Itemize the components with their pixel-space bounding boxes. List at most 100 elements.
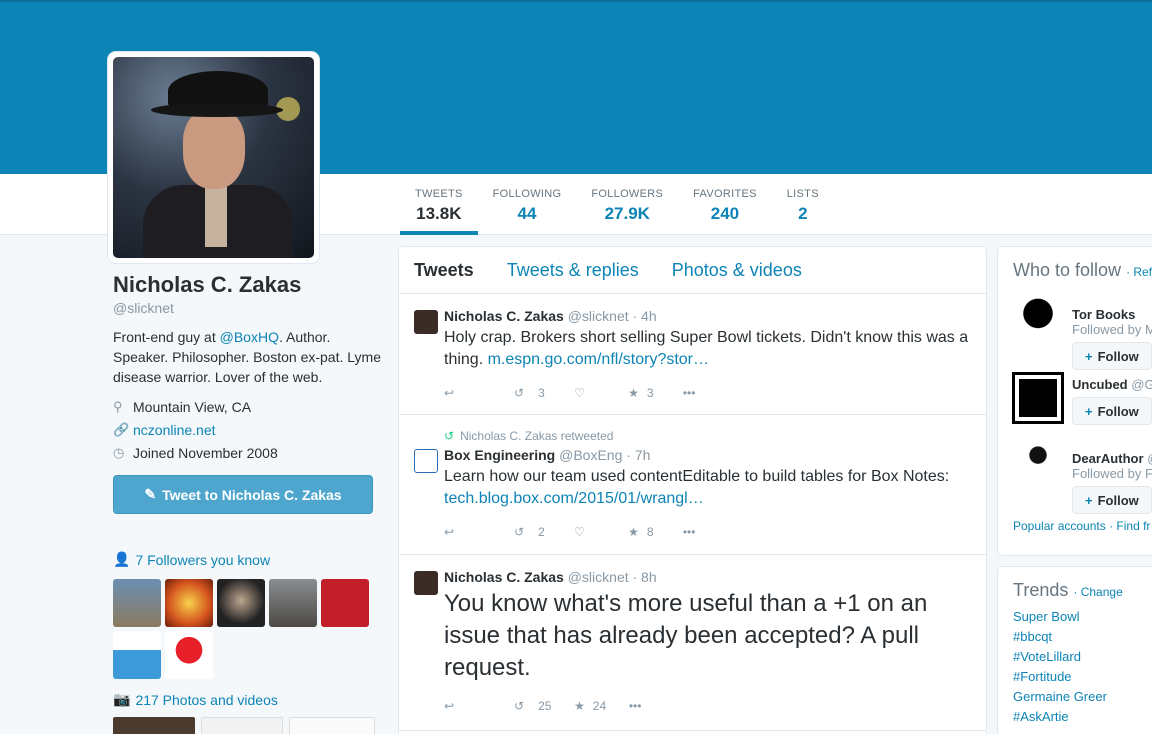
- tweet-author-name[interactable]: Nicholas C. Zakas: [444, 308, 564, 324]
- tweet-handle-time[interactable]: @slicknet · 8h: [568, 569, 657, 585]
- trend-item[interactable]: #VoteLillard: [998, 647, 1152, 667]
- profile-handle[interactable]: @slicknet: [113, 300, 383, 316]
- suggested-account: DearAuthor @ Followed by F +Follow: [998, 439, 1152, 519]
- profile-location: ⚲ Mountain View, CA: [113, 395, 383, 418]
- account-name[interactable]: Tor Books: [1072, 295, 1152, 322]
- retweet-icon[interactable]: ↺: [514, 386, 524, 400]
- more-icon[interactable]: •••: [683, 525, 696, 539]
- stat-value: 240: [710, 204, 740, 223]
- tweet-link[interactable]: m.espn.go.com/nfl/story?stor…: [488, 351, 709, 368]
- trend-item[interactable]: #AskArtie: [998, 707, 1152, 727]
- tweet-header: Nicholas C. Zakas @slicknet · 8h: [444, 569, 971, 585]
- follow-button[interactable]: + Follow: [1072, 397, 1152, 425]
- photos-videos-link[interactable]: 📷 217 Photos and videos: [113, 691, 278, 708]
- tweet-to-button[interactable]: ✎ Tweet to Nicholas C. Zakas: [113, 475, 373, 514]
- photo-thumbnail[interactable]: [201, 717, 283, 734]
- profile-name[interactable]: Nicholas C. Zakas: [113, 272, 383, 298]
- star-icon[interactable]: ★: [628, 386, 639, 400]
- popular-accounts-link[interactable]: Popular accounts: [1013, 519, 1106, 533]
- tweet-avatar[interactable]: [414, 310, 438, 334]
- tweet-avatar[interactable]: [414, 571, 438, 595]
- stat-followers[interactable]: FOLLOWERS 27.9K: [576, 174, 678, 235]
- stat-label: TWEETS: [415, 188, 463, 200]
- retweet-icon[interactable]: ↺: [514, 699, 524, 713]
- more-icon[interactable]: •••: [629, 699, 642, 713]
- account-avatar[interactable]: [1015, 439, 1061, 485]
- website-link[interactable]: nczonline.net: [133, 422, 216, 438]
- retweet-icon[interactable]: ↺: [514, 525, 524, 539]
- tab-tweets[interactable]: Tweets: [414, 260, 474, 281]
- follower-avatar[interactable]: [113, 631, 161, 679]
- follower-avatar[interactable]: [165, 631, 213, 679]
- photo-thumbnail[interactable]: [113, 717, 195, 734]
- follower-avatar[interactable]: [269, 579, 317, 627]
- stat-value: 2: [798, 204, 808, 223]
- suggested-account: Tor Books Followed by M + Follow: [998, 295, 1152, 375]
- reply-icon[interactable]: ↩: [444, 386, 500, 400]
- account-avatar[interactable]: [1012, 372, 1064, 424]
- suggested-account: Uncubed @G + Follow: [998, 372, 1152, 439]
- timeline-tabs: Tweets Tweets & replies Photos & videos: [399, 247, 986, 294]
- tweet-author-name[interactable]: Nicholas C. Zakas: [444, 569, 564, 585]
- stat-lists[interactable]: LISTS 2: [772, 174, 834, 235]
- star-icon[interactable]: ★: [628, 525, 639, 539]
- heart-icon[interactable]: ♡: [574, 386, 614, 400]
- stat-label: LISTS: [786, 188, 819, 200]
- tweet[interactable]: Nicholas C. Zakas @slicknet · 4h Holy cr…: [399, 294, 986, 415]
- stat-value: 27.9K: [604, 204, 650, 223]
- tweet-body: Learn how our team used contentEditable …: [444, 468, 950, 485]
- followers-you-know-grid: [113, 579, 383, 679]
- follow-button[interactable]: + Follow: [1072, 342, 1152, 370]
- tweet-actions: ↩ ↺ 2 ♡ ★ 8 •••: [444, 514, 971, 550]
- more-icon[interactable]: •••: [683, 386, 696, 400]
- follower-avatar[interactable]: [165, 579, 213, 627]
- favorite-count: 24: [592, 699, 607, 713]
- follower-avatar[interactable]: [113, 579, 161, 627]
- tweet-text: Learn how our team used contentEditable …: [444, 466, 971, 510]
- tab-photos-videos[interactable]: Photos & videos: [672, 260, 802, 281]
- tweet[interactable]: ↺ Nicholas C. Zakas retweeted Box Engine…: [399, 415, 986, 555]
- tweet-handle-time[interactable]: @BoxEng · 7h: [559, 447, 650, 463]
- follow-icon: +: [1085, 403, 1093, 419]
- tab-tweets-replies[interactable]: Tweets & replies: [507, 260, 639, 281]
- trend-item[interactable]: Germaine Greer: [998, 687, 1152, 707]
- tweet-author-name[interactable]: Box Engineering: [444, 447, 555, 463]
- who-to-follow-title: Who to follow · Refr: [998, 247, 1152, 281]
- stat-tweets[interactable]: TWEETS 13.8K: [400, 174, 478, 235]
- change-link[interactable]: · Change: [1073, 585, 1122, 599]
- tweet-handle-time[interactable]: @slicknet · 4h: [568, 308, 657, 324]
- who-to-follow-module: Who to follow · Refr Tor Books Followed …: [997, 246, 1152, 556]
- heart-icon[interactable]: ♡: [574, 525, 614, 539]
- tweet-link[interactable]: tech.blog.box.com/2015/01/wrangl…: [444, 490, 704, 507]
- profile-avatar[interactable]: [108, 52, 319, 263]
- follower-avatar[interactable]: [217, 579, 265, 627]
- follow-button[interactable]: + Follow: [1072, 486, 1152, 514]
- reply-icon[interactable]: ↩: [444, 525, 500, 539]
- photo-thumbnail[interactable]: [289, 717, 375, 734]
- tweet-avatar[interactable]: [414, 449, 438, 473]
- refresh-link[interactable]: · Refr: [1126, 265, 1152, 279]
- trend-item[interactable]: Super Bowl: [998, 607, 1152, 627]
- reply-icon[interactable]: ↩: [444, 699, 500, 713]
- followers-you-know-label: 7 Followers you know: [135, 551, 271, 568]
- star-icon[interactable]: ★: [574, 699, 585, 713]
- followers-you-know-link[interactable]: 👤 7 Followers you know: [113, 551, 383, 568]
- retweeted-icon: ↺: [444, 429, 455, 443]
- person-icon: 👤: [113, 551, 131, 567]
- stat-favorites[interactable]: FAVORITES 240: [678, 174, 772, 235]
- bio-mention-link[interactable]: @BoxHQ: [220, 329, 279, 345]
- retweet-context-text[interactable]: Nicholas C. Zakas retweeted: [460, 429, 613, 443]
- trends-module: Trends · Change Super Bowl #bbcqt #VoteL…: [997, 566, 1152, 734]
- trend-item[interactable]: #bbcqt: [998, 627, 1152, 647]
- stat-following[interactable]: FOLLOWING 44: [478, 174, 577, 235]
- tweet[interactable]: Nicholas C. Zakas @slicknet · 8h You kno…: [399, 555, 986, 731]
- trend-item[interactable]: #Fortitude: [998, 667, 1152, 687]
- follower-avatar[interactable]: [321, 579, 369, 627]
- account-name[interactable]: Uncubed @G: [1072, 375, 1152, 392]
- tweet-actions: ↩ ↺ 3 ♡ ★ 3 •••: [444, 375, 971, 411]
- account-avatar[interactable]: [1015, 295, 1061, 341]
- account-name[interactable]: DearAuthor @: [1072, 439, 1152, 466]
- retweet-count: 25: [538, 699, 552, 713]
- find-friends-link[interactable]: · Find fr: [1109, 519, 1150, 533]
- stat-label: FAVORITES: [693, 188, 757, 200]
